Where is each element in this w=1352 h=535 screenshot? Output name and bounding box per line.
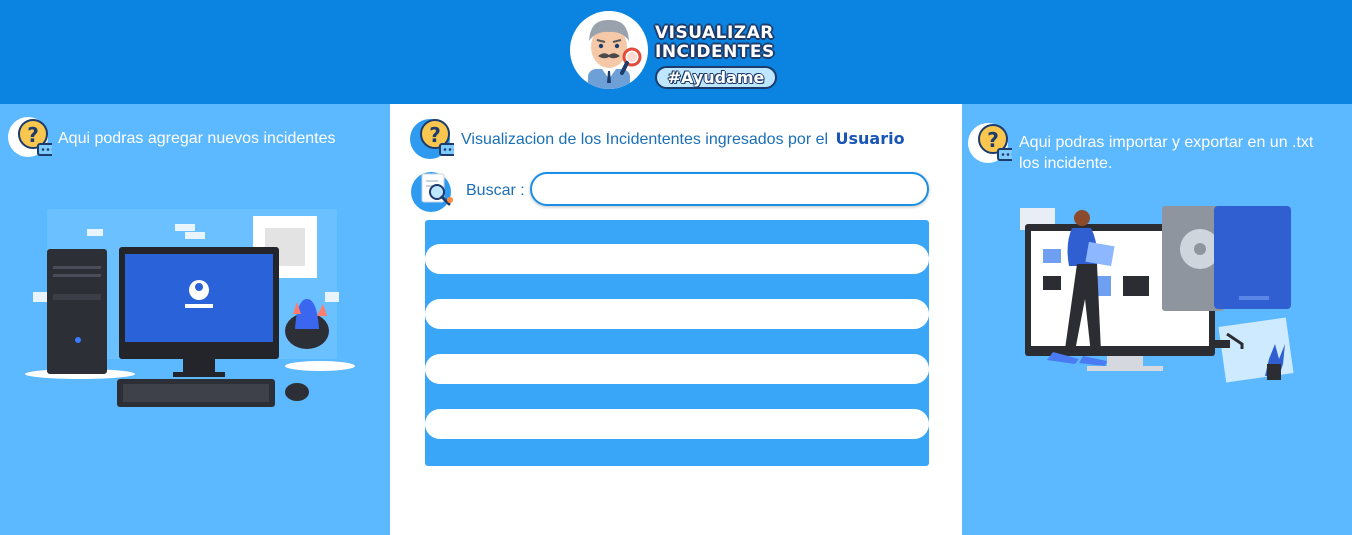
question-chat-icon: ? (968, 123, 1012, 163)
detective-avatar-icon (570, 11, 648, 89)
description-line1: Aqui podras importar y exportar en un .t… (1019, 134, 1314, 151)
description-line2: los incidente. (1019, 155, 1113, 172)
app-logo: VISUALIZAR INCIDENTES #Ayudame (570, 11, 785, 91)
search-input[interactable] (530, 172, 929, 206)
desktop-computer-illustration (25, 209, 355, 407)
list-item[interactable] (425, 409, 929, 439)
question-chat-icon: ? (410, 119, 454, 159)
header-bar: VISUALIZAR INCIDENTES #Ayudame (0, 0, 1352, 104)
add-incidents-description: Aqui podras agregar nuevos incidentes (58, 130, 336, 147)
logo-title-line2: INCIDENTES (655, 42, 775, 62)
svg-text:?: ? (987, 128, 999, 152)
list-item[interactable] (425, 299, 929, 329)
import-export-panel: ? Aqui podras importar y exportar en un … (962, 104, 1352, 535)
question-chat-icon: ? (8, 117, 52, 157)
title-emphasis: Usuario (835, 129, 905, 148)
incidents-view-title: Visualizacion de los Incidententes ingre… (461, 129, 905, 149)
logo-title-line1: VISUALIZAR (655, 23, 774, 43)
incidents-view-panel: ? Visualizacion de los Incidententes ing… (390, 104, 962, 535)
incidents-list (425, 220, 929, 466)
document-search-icon (411, 172, 453, 212)
svg-text:?: ? (429, 123, 441, 147)
logo-tag-text: #Ayudame (667, 68, 765, 87)
svg-text:?: ? (27, 123, 39, 147)
logo-tag-badge: #Ayudame (655, 66, 777, 89)
import-export-description: Aqui podras importar y exportar en un .t… (1019, 132, 1313, 174)
add-incidents-panel: ? Aqui podras agregar nuevos incidentes (0, 104, 390, 535)
list-item[interactable] (425, 354, 929, 384)
title-text: Visualizacion de los Incidententes ingre… (461, 131, 829, 148)
file-transfer-illustration (1020, 206, 1294, 383)
list-item[interactable] (425, 244, 929, 274)
search-label: Buscar : (466, 182, 525, 199)
